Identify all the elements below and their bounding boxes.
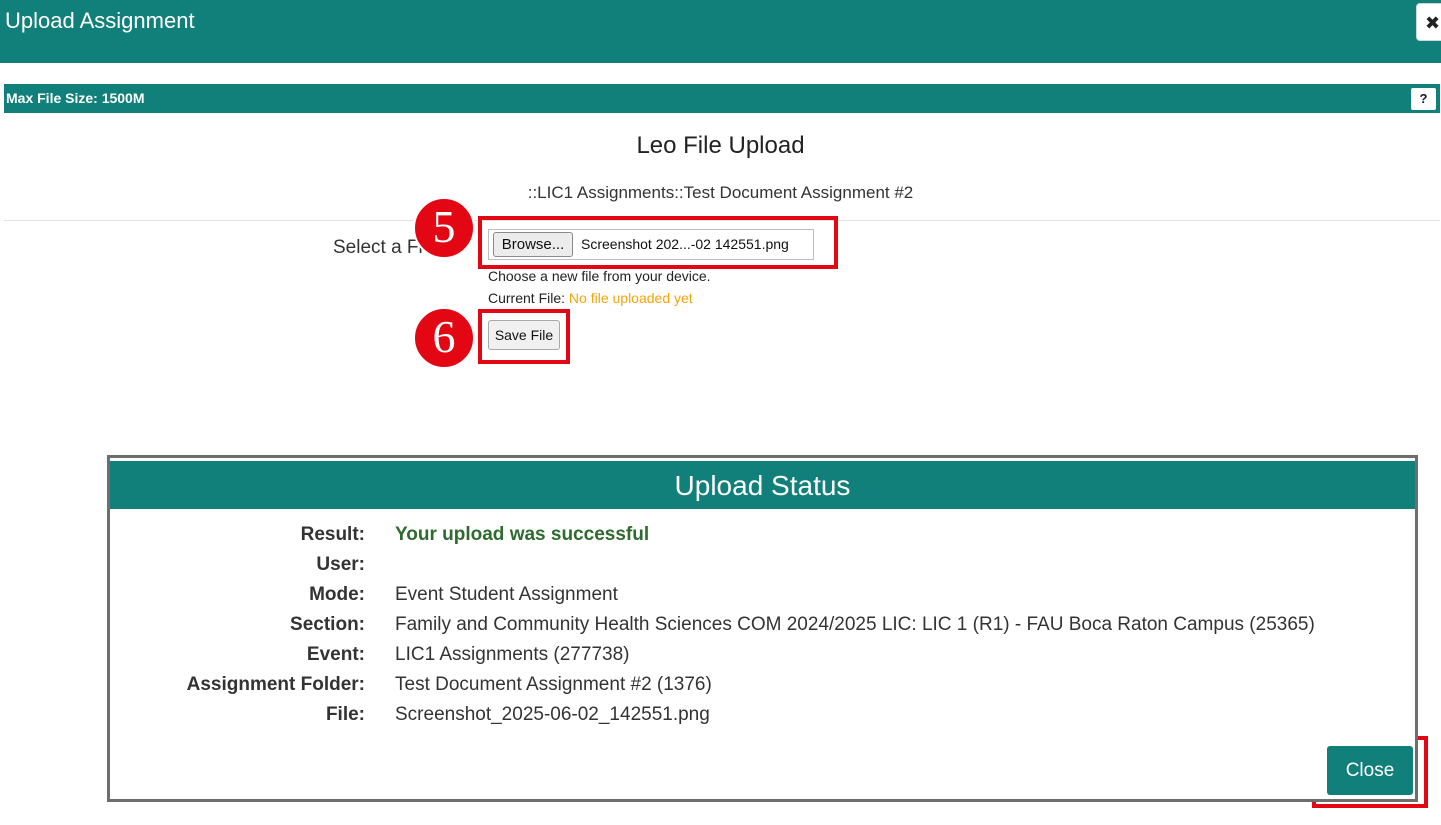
event-value: LIC1 Assignments (277738) [395, 644, 630, 665]
result-value: Your upload was successful [395, 524, 650, 545]
result-label: Result: [300, 524, 365, 545]
current-file-value: No file uploaded yet [568, 290, 693, 306]
help-icon[interactable]: ? [1411, 88, 1436, 110]
upload-page-title: Leo File Upload [636, 132, 805, 159]
highlight-box-save-button [478, 309, 570, 364]
highlight-box-file-input [478, 216, 838, 269]
close-button[interactable]: Close [1327, 746, 1413, 795]
file-label: File: [325, 704, 365, 725]
select-file-label: Select a Fi [333, 237, 423, 258]
step-marker-5: 5 [413, 197, 475, 259]
file-value: Screenshot_2025-06-02_142551.png [395, 704, 710, 725]
dialog-title-bar: Upload Assignment ✖ [0, 0, 1441, 63]
event-label: Event: [306, 644, 365, 665]
upload-status-title: Upload Status [110, 461, 1415, 509]
current-file-label: Current File: [488, 290, 566, 306]
close-icon[interactable]: ✖ [1416, 3, 1441, 41]
section-label: Section: [290, 614, 365, 635]
current-file-status: Current File: No file uploaded yet [488, 290, 693, 306]
max-file-size-bar: Max File Size: 1500M ? [4, 84, 1440, 113]
step-marker-6: 6 [413, 307, 475, 369]
assignment-folder-value: Test Document Assignment #2 (1376) [395, 674, 712, 695]
assignment-path: ::LIC1 Assignments::Test Document Assign… [527, 183, 914, 202]
section-value: Family and Community Health Sciences COM… [395, 614, 1315, 635]
max-file-size-text: Max File Size: 1500M [6, 90, 145, 106]
assignment-folder-label: Assignment Folder: [186, 674, 365, 695]
mode-value: Event Student Assignment [395, 584, 618, 605]
mode-label: Mode: [309, 584, 365, 605]
file-help-text: Choose a new file from your device. [488, 268, 711, 284]
user-label: User: [316, 554, 365, 575]
dialog-title: Upload Assignment [5, 8, 195, 33]
